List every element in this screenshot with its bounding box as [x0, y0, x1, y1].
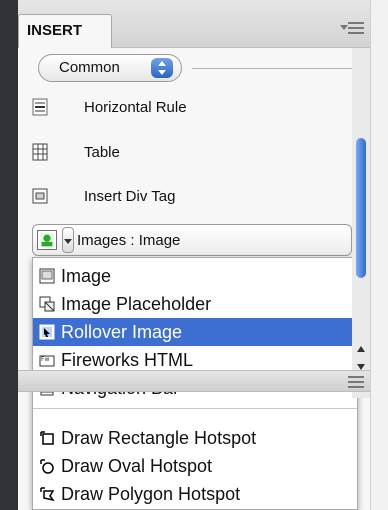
lower-panel-header	[18, 370, 370, 392]
insert-item-horizontal-rule[interactable]: Horizontal Rule	[18, 92, 348, 124]
images-dropdown-arrow[interactable]	[62, 227, 74, 253]
insert-item-label: Horizontal Rule	[84, 99, 187, 116]
images-button[interactable]: Images : Image	[32, 224, 352, 256]
menu-item-draw-rectangle-hotspot[interactable]: Draw Rectangle Hotspot	[33, 424, 357, 452]
category-select[interactable]: Common	[38, 54, 182, 82]
image-placeholder-icon	[39, 296, 55, 312]
category-label: Common	[59, 59, 120, 76]
images-button-label: Images : Image	[77, 232, 181, 249]
left-background	[0, 0, 18, 510]
divider	[192, 68, 362, 69]
fireworks-html-icon: Fw	[39, 355, 55, 367]
insert-panel: INSERT Common Horizontal Rule Table Inse…	[18, 0, 370, 510]
horizontal-rule-icon	[32, 98, 48, 116]
menu-item-label: Image	[61, 266, 112, 286]
insert-item-label: Insert Div Tag	[84, 188, 176, 205]
insert-item-label: Table	[84, 144, 120, 161]
scroll-thumb[interactable]	[356, 138, 366, 278]
rollover-image-icon	[39, 324, 55, 340]
menu-item-draw-oval-hotspot[interactable]: Draw Oval Hotspot	[33, 452, 357, 480]
menu-item-label: Draw Polygon Hotspot	[61, 484, 241, 504]
insert-item-div-tag[interactable]: Insert Div Tag	[18, 181, 348, 213]
right-background	[370, 0, 388, 510]
panel-menu-icon[interactable]	[340, 22, 364, 34]
image-icon	[39, 268, 55, 284]
panel-header: INSERT	[18, 0, 370, 48]
oval-hotspot-icon	[40, 459, 54, 474]
menu-item-label: Image Placeholder	[61, 294, 212, 314]
menu-item-label: Draw Rectangle Hotspot	[61, 428, 257, 448]
lower-panel-menu-icon[interactable]	[348, 376, 364, 388]
menu-item-label: Rollover Image	[61, 322, 183, 342]
table-icon	[32, 143, 48, 161]
menu-item-label: Draw Oval Hotspot	[61, 456, 213, 476]
tab-insert[interactable]: INSERT	[18, 14, 112, 48]
menu-item-image-placeholder[interactable]: Image Placeholder	[33, 290, 357, 318]
svg-text:Fw: Fw	[41, 356, 49, 363]
menu-item-rollover-image[interactable]: Rollover Image	[33, 318, 357, 346]
rectangle-hotspot-icon	[40, 431, 54, 445]
menu-separator	[33, 408, 357, 409]
div-tag-icon	[32, 188, 48, 204]
scroll-up-arrow-icon[interactable]	[357, 346, 365, 352]
insert-item-table[interactable]: Table	[18, 137, 348, 169]
stepper-icon[interactable]	[151, 58, 173, 78]
polygon-hotspot-icon	[40, 487, 55, 502]
menu-item-draw-polygon-hotspot[interactable]: Draw Polygon Hotspot	[33, 480, 357, 508]
image-icon	[37, 230, 57, 250]
menu-item-image[interactable]: Image	[33, 262, 357, 290]
